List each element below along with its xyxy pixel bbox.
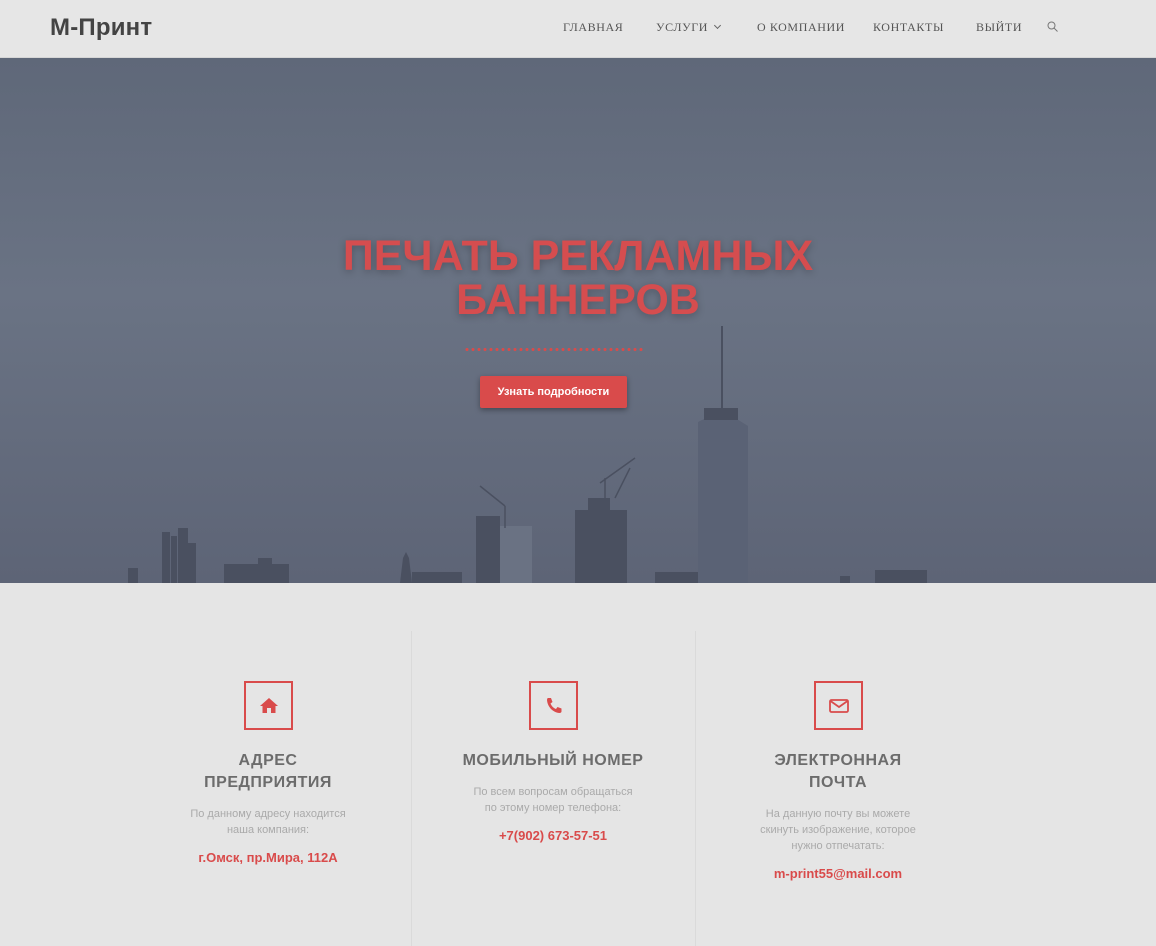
home-icon bbox=[259, 698, 278, 713]
learn-more-button[interactable]: Узнать подробности bbox=[480, 376, 627, 408]
hero-section: ПЕЧАТЬ РЕКЛАМНЫХ БАННЕРОВ Узнать подробн… bbox=[0, 58, 1156, 583]
phone-icon-box bbox=[528, 681, 578, 730]
email-description-line-3: нужно отпечатать: bbox=[791, 840, 885, 852]
email-description-line-2: скинуть изображение, которое bbox=[760, 824, 916, 836]
hero-title-line-1: ПЕЧАТЬ РЕКЛАМНЫХ bbox=[342, 232, 814, 280]
column-divider bbox=[411, 631, 412, 946]
nav-item-about[interactable]: О КОМПАНИИ bbox=[757, 20, 845, 35]
nav-item-logout[interactable]: ВЫЙТИ bbox=[976, 20, 1022, 35]
site-header: М-Принт ГЛАВНАЯ УСЛУГИ О КОМПАНИИ КОНТАК… bbox=[0, 0, 1156, 58]
nav-item-services-label: УСЛУГИ bbox=[656, 20, 709, 34]
nav-item-home[interactable]: ГЛАВНАЯ bbox=[563, 20, 623, 35]
hero-title: ПЕЧАТЬ РЕКЛАМНЫХ БАННЕРОВ bbox=[0, 234, 1156, 322]
address-description-line-1: По данному адресу находится bbox=[190, 808, 346, 820]
email-card: ЭЛЕКТРОННАЯ ПОЧТА На данную почту вы мож… bbox=[718, 681, 958, 881]
address-description: По данному адресу находится наша компани… bbox=[148, 806, 388, 838]
phone-card: МОБИЛЬНЫЙ НОМЕР По всем вопросам обращат… bbox=[433, 681, 673, 843]
envelope-icon bbox=[828, 699, 849, 713]
contact-features-section: АДРЕС ПРЕДПРИЯТИЯ По данному адресу нахо… bbox=[0, 583, 1156, 946]
hero-title-line-2: БАННЕРОВ bbox=[456, 276, 700, 324]
nav-item-services[interactable]: УСЛУГИ bbox=[656, 20, 722, 35]
phone-icon bbox=[546, 698, 561, 713]
envelope-icon-box bbox=[813, 681, 863, 730]
address-value: г.Омск, пр.Мира, 112А bbox=[198, 850, 338, 865]
address-description-line-2: наша компания: bbox=[226, 824, 310, 836]
phone-title-line-1: МОБИЛЬНЫЙ НОМЕР bbox=[462, 752, 644, 769]
phone-description-line-1: По всем вопросам обращаться bbox=[473, 786, 633, 798]
email-title-line-2: ПОЧТА bbox=[808, 774, 867, 791]
email-description-line-1: На данную почту вы можете bbox=[765, 808, 911, 820]
main-nav: ГЛАВНАЯ УСЛУГИ О КОМПАНИИ КОНТАКТЫ ВЫЙТИ bbox=[0, 20, 1156, 36]
address-title-line-1: АДРЕС bbox=[238, 752, 298, 769]
phone-title: МОБИЛЬНЫЙ НОМЕР bbox=[433, 750, 673, 772]
dotted-divider bbox=[464, 348, 644, 351]
search-icon[interactable] bbox=[1047, 21, 1058, 32]
email-description: На данную почту вы можете скинуть изобра… bbox=[718, 806, 958, 854]
phone-description: По всем вопросам обращаться по этому ном… bbox=[433, 784, 673, 816]
address-card: АДРЕС ПРЕДПРИЯТИЯ По данному адресу нахо… bbox=[148, 681, 388, 865]
email-title: ЭЛЕКТРОННАЯ ПОЧТА bbox=[718, 750, 958, 794]
nav-item-contacts[interactable]: КОНТАКТЫ bbox=[873, 20, 944, 35]
phone-description-line-2: по этому номер телефона: bbox=[484, 802, 622, 814]
chevron-down-icon bbox=[714, 21, 722, 30]
email-title-line-1: ЭЛЕКТРОННАЯ bbox=[774, 752, 902, 769]
home-icon-box bbox=[243, 681, 293, 730]
column-divider bbox=[695, 631, 696, 946]
phone-value[interactable]: +7(902) 673-57-51 bbox=[433, 828, 673, 843]
address-title-line-2: ПРЕДПРИЯТИЯ bbox=[204, 774, 332, 791]
email-value[interactable]: m-print55@mail.com bbox=[718, 866, 958, 881]
address-title: АДРЕС ПРЕДПРИЯТИЯ bbox=[148, 750, 388, 794]
